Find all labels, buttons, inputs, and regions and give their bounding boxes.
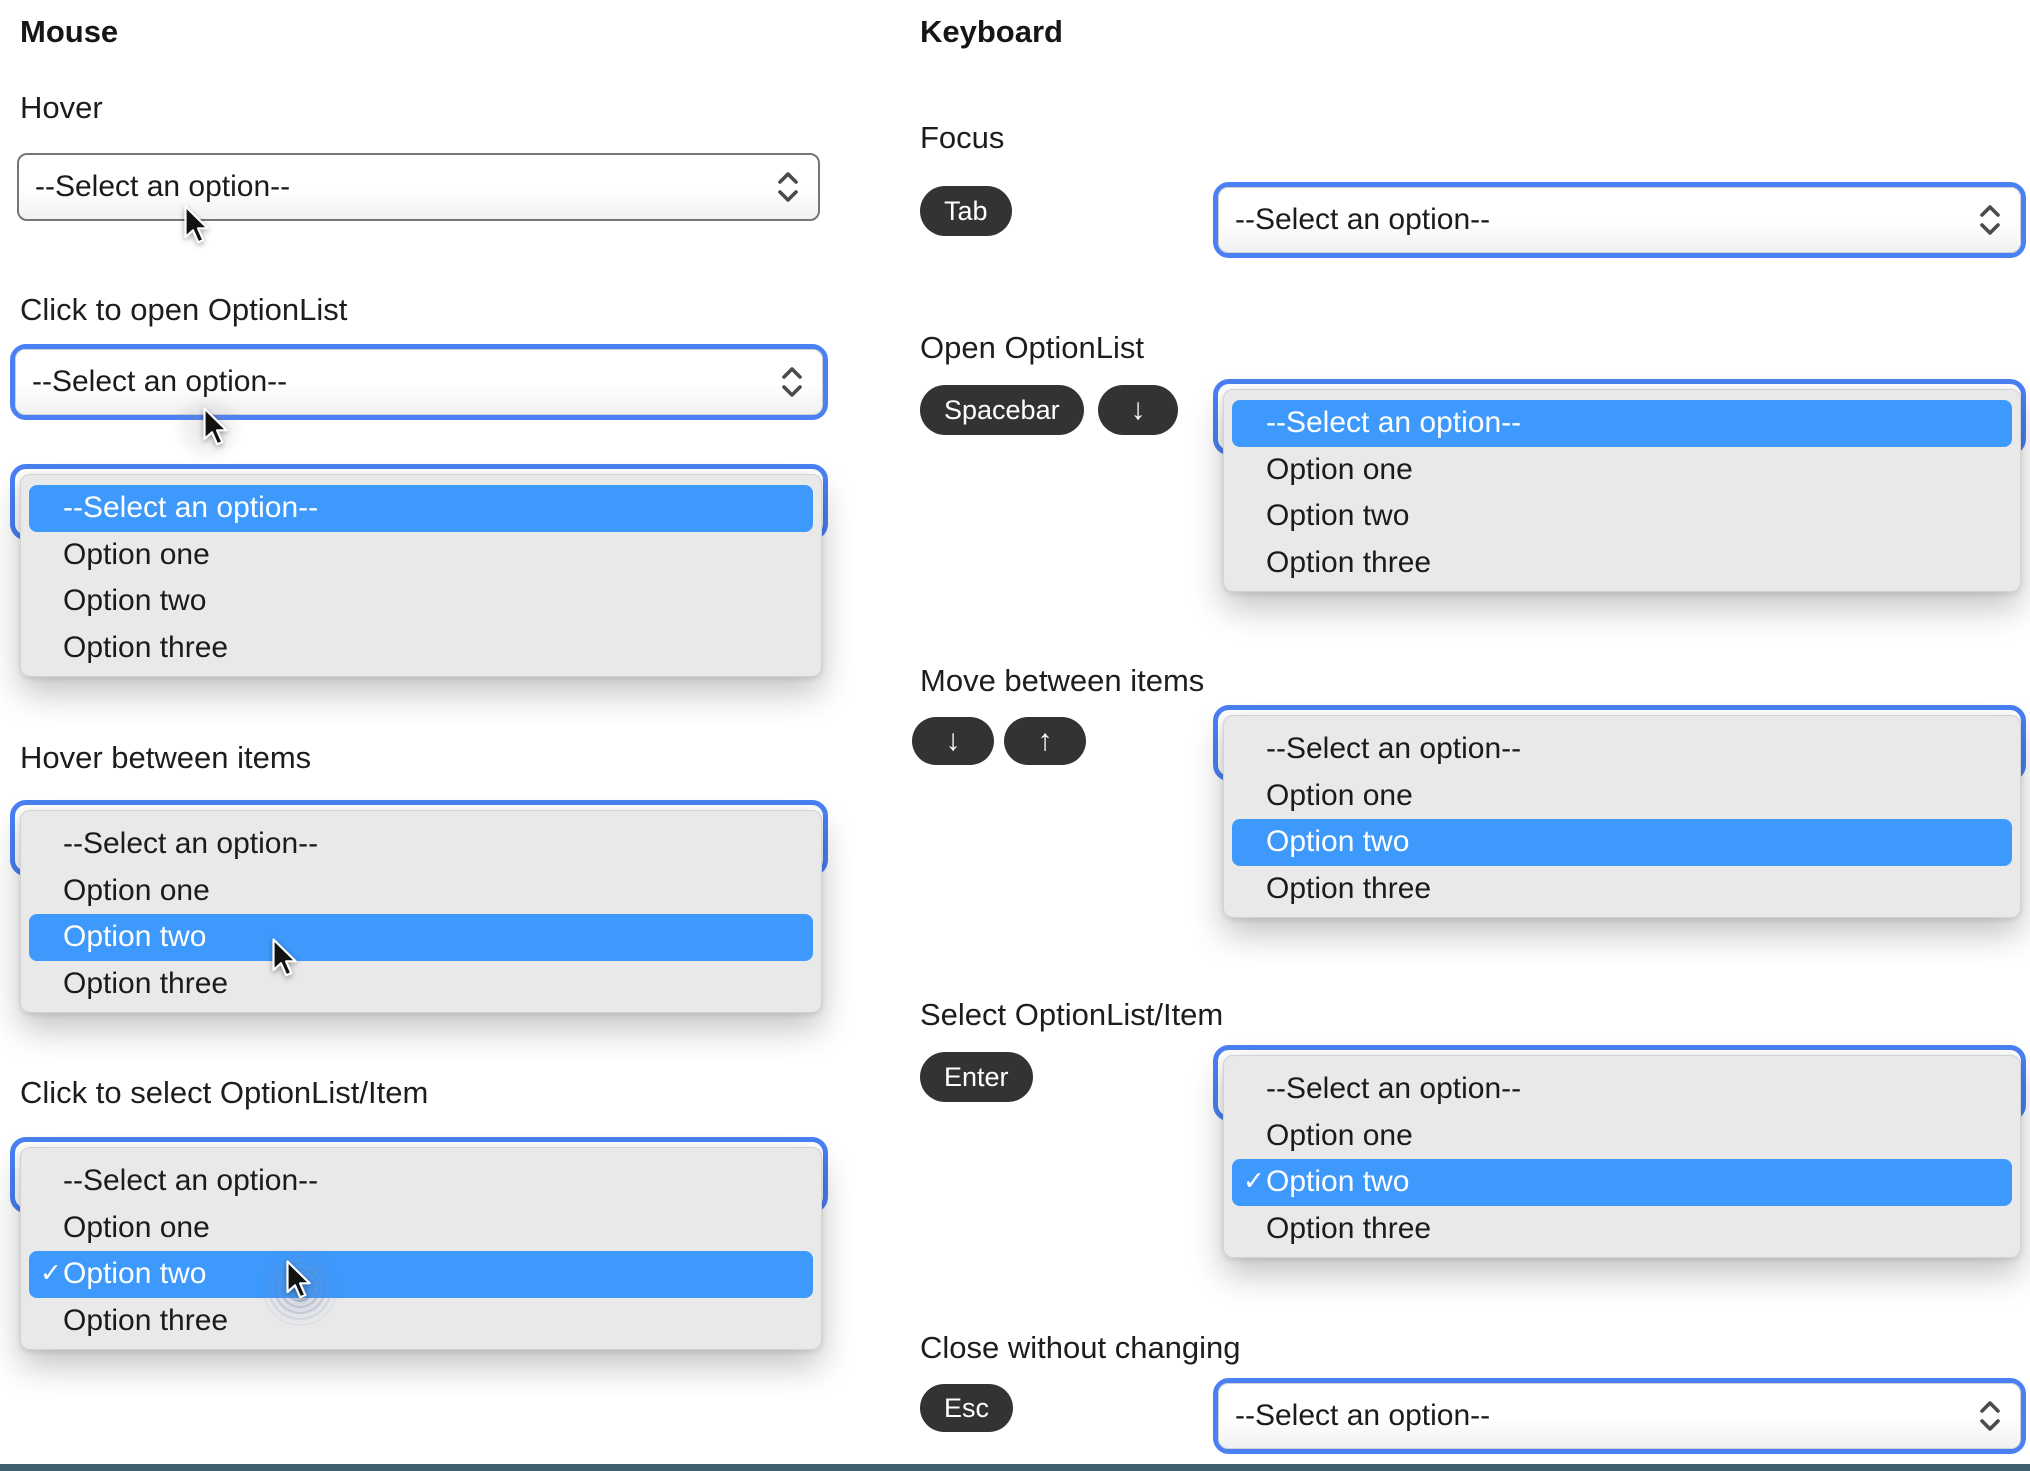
chevron-up-down-icon — [778, 172, 798, 202]
select-trigger-focused[interactable]: --Select an option-- — [10, 344, 828, 420]
option-list-item[interactable]: Option three — [1232, 866, 2012, 913]
key-badge-enter: Enter — [920, 1052, 1033, 1102]
arrow-up-key-badge: ↑ — [1004, 717, 1086, 765]
option-list-item-selected[interactable]: ✓ Option two — [1232, 1159, 2012, 1206]
option-list-item[interactable]: --Select an option-- — [1232, 726, 2012, 773]
chevron-up-down-icon — [782, 367, 802, 397]
select-value: --Select an option-- — [32, 365, 288, 398]
option-list-item[interactable]: Option one — [29, 1205, 813, 1252]
checkmark-icon: ✓ — [40, 1257, 62, 1288]
section-label-click-open: Click to open OptionList — [20, 292, 348, 327]
section-label-focus: Focus — [920, 120, 1005, 155]
option-list-item[interactable]: Option three — [29, 1298, 813, 1345]
option-list-item[interactable]: --Select an option-- — [29, 821, 813, 868]
select-trigger-focused[interactable]: --Select an option-- — [1213, 1378, 2026, 1454]
select-value: --Select an option-- — [1235, 203, 1491, 236]
option-list: --Select an option-- Option one ✓ Option… — [1223, 1055, 2021, 1258]
mouse-cursor-icon — [286, 1260, 311, 1299]
section-label-click-select: Click to select OptionList/Item — [20, 1075, 429, 1110]
page: Mouse Hover --Select an option-- Click t… — [0, 0, 2030, 1471]
option-list-item[interactable]: --Select an option-- — [1232, 1066, 2012, 1113]
section-label-hover-items: Hover between items — [20, 740, 312, 775]
select-value: --Select an option-- — [1235, 1399, 1491, 1432]
column-heading-mouse: Mouse — [20, 14, 119, 49]
option-list-item[interactable]: --Select an option-- — [29, 1158, 813, 1205]
mouse-cursor-icon — [272, 938, 297, 977]
option-list-item[interactable]: Option one — [29, 532, 813, 579]
option-list-item[interactable]: Option one — [1232, 1113, 2012, 1160]
arrow-down-key-badge: ↓ — [1098, 385, 1178, 435]
mouse-cursor-icon — [184, 205, 209, 244]
option-list: --Select an option-- Option one Option t… — [20, 810, 822, 1013]
option-list: --Select an option-- Option one Option t… — [1223, 389, 2021, 592]
section-label-move: Move between items — [920, 663, 1205, 698]
section-label-close: Close without changing — [920, 1330, 1241, 1365]
option-list-item[interactable]: Option one — [1232, 773, 2012, 820]
option-list: --Select an option-- Option one Option t… — [1223, 715, 2021, 918]
section-label-open: Open OptionList — [920, 330, 1145, 365]
select-trigger-focused[interactable]: --Select an option-- — [1213, 182, 2026, 258]
option-list: --Select an option-- Option one Option t… — [20, 474, 822, 677]
key-badge-esc: Esc — [920, 1384, 1014, 1432]
option-list-item[interactable]: Option three — [1232, 540, 2012, 587]
option-label: Option two — [63, 1257, 207, 1291]
chevron-up-down-icon — [1980, 1401, 2000, 1431]
option-list-item[interactable]: Option one — [1232, 447, 2012, 494]
key-badge-tab: Tab — [920, 186, 1012, 236]
option-list: --Select an option-- Option one ✓ Option… — [20, 1147, 822, 1350]
option-list-item[interactable]: Option two — [29, 578, 813, 625]
option-list-item[interactable]: Option three — [29, 625, 813, 672]
column-heading-keyboard: Keyboard — [920, 14, 1063, 49]
option-list-item-highlighted[interactable]: Option two — [1232, 819, 2012, 866]
option-label: Option two — [1266, 1165, 1410, 1199]
option-list-item[interactable]: Option three — [1232, 1206, 2012, 1253]
key-badge-spacebar: Spacebar — [920, 385, 1084, 435]
option-list-item-selected[interactable]: ✓ Option two — [29, 1251, 813, 1298]
option-list-item[interactable]: Option two — [1232, 493, 2012, 540]
select-value: --Select an option-- — [35, 170, 291, 203]
checkmark-icon: ✓ — [1243, 1165, 1265, 1196]
section-label-select-item: Select OptionList/Item — [920, 997, 1224, 1032]
section-divider — [0, 1464, 2030, 1471]
section-label-hover: Hover — [20, 90, 103, 125]
chevron-up-down-icon — [1980, 205, 2000, 235]
arrow-down-key-badge: ↓ — [912, 717, 994, 765]
option-list-item-highlighted[interactable]: --Select an option-- — [29, 485, 813, 532]
mouse-cursor-icon — [203, 407, 228, 446]
select-trigger[interactable]: --Select an option-- — [17, 153, 820, 221]
option-list-item[interactable]: Option one — [29, 868, 813, 915]
option-list-item-highlighted[interactable]: Option two — [29, 914, 813, 961]
option-list-item[interactable]: Option three — [29, 961, 813, 1008]
option-list-item-highlighted[interactable]: --Select an option-- — [1232, 400, 2012, 447]
